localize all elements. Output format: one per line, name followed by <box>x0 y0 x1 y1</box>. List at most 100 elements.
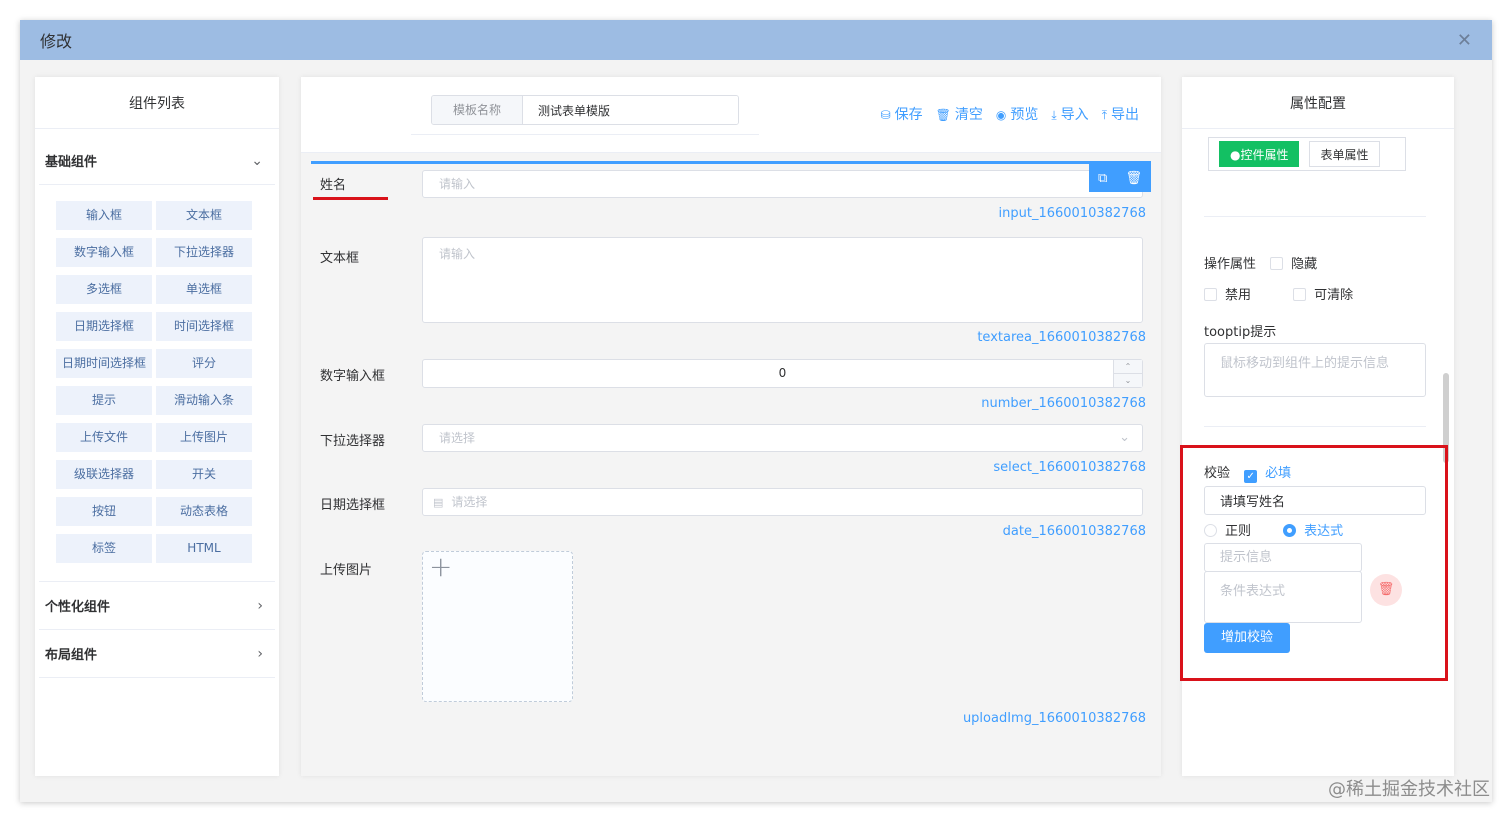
number-stepper: ⌃ ⌄ <box>1113 360 1142 387</box>
number-input[interactable]: 0 ⌃ ⌄ <box>422 359 1143 388</box>
field-label-number: 数字输入框 <box>320 369 386 384</box>
component-cascader[interactable]: 级联选择器 <box>56 460 152 489</box>
component-switch[interactable]: 开关 <box>156 460 252 489</box>
date-field[interactable]: ▤ 请选择 <box>422 488 1143 516</box>
export-label: 导出 <box>1111 107 1139 123</box>
group-layout-header[interactable]: 布局组件 › <box>39 630 275 678</box>
group-custom-header[interactable]: 个性化组件 › <box>39 582 275 630</box>
component-html[interactable]: HTML <box>156 534 252 563</box>
close-icon[interactable]: ✕ <box>1457 30 1472 51</box>
number-value: 0 <box>778 366 787 380</box>
component-list-panel: 组件列表 基础组件 ⌄ 输入框 文本框 数字输入框 下拉选择器 多选框 单选框 … <box>35 77 279 776</box>
properties-title: 属性配置 <box>1182 77 1454 129</box>
select-placeholder: 请选择 <box>439 431 476 445</box>
component-list-title: 组件列表 <box>35 77 279 129</box>
form-row-date[interactable]: 日期选择框 ▤ 请选择 date_1660010382768 <box>311 488 1151 548</box>
group-basic-header[interactable]: 基础组件 ⌄ <box>39 137 275 185</box>
group-basic-label: 基础组件 <box>45 155 98 170</box>
chevron-down-icon: ⌄ <box>1119 430 1130 445</box>
component-dynamic-table[interactable]: 动态表格 <box>156 497 252 526</box>
form-row-textarea[interactable]: 文本框 请输入 textarea_1660010382768 <box>311 237 1151 347</box>
tooltip-label: tooptip提示 <box>1204 325 1277 340</box>
highlight-box <box>1180 445 1448 681</box>
database-icon: ⛁ <box>880 108 891 122</box>
component-select[interactable]: 下拉选择器 <box>156 238 252 267</box>
increase-icon[interactable]: ⌃ <box>1114 360 1142 374</box>
preview-button[interactable]: ◉ 预览 <box>996 104 1038 124</box>
component-button[interactable]: 按钮 <box>56 497 152 526</box>
save-button[interactable]: ⛁ 保存 <box>881 104 923 124</box>
component-input[interactable]: 输入框 <box>56 201 152 230</box>
preview-label: 预览 <box>1010 107 1039 123</box>
component-slider[interactable]: 滑动输入条 <box>156 386 252 415</box>
template-name-group: 模板名称 <box>431 95 739 125</box>
textarea-field[interactable]: 请输入 <box>422 237 1143 323</box>
import-label: 导入 <box>1060 107 1089 123</box>
select-field[interactable]: 请选择 ⌄ <box>422 424 1143 452</box>
plus-icon: + <box>429 550 453 583</box>
divider <box>1204 216 1426 217</box>
image-upload-box[interactable]: + <box>422 550 573 702</box>
tab-form-properties[interactable]: 表单属性 <box>1309 141 1380 167</box>
eye-icon: ◉ <box>995 108 1007 122</box>
watermark: @稀土掘金技术社区 <box>1328 779 1490 800</box>
field-label-textarea: 文本框 <box>320 251 360 266</box>
clearable-label: 可清除 <box>1314 288 1354 303</box>
divider <box>1204 426 1426 427</box>
component-textarea[interactable]: 文本框 <box>156 201 252 230</box>
properties-tabs: ●控件属性 表单属性 <box>1208 137 1406 171</box>
import-button[interactable]: ⤓ 导入 <box>1051 104 1088 124</box>
name-input[interactable]: 请输入 <box>422 170 1143 198</box>
disable-label: 禁用 <box>1225 288 1252 303</box>
checkbox-icon <box>1293 288 1307 301</box>
field-id-upload: uploadImg_1660010382768 <box>962 711 1146 726</box>
form-row-upload[interactable]: 上传图片 + uploadImg_1660010382768 <box>311 550 1151 733</box>
component-tag[interactable]: 标签 <box>56 534 152 563</box>
component-number[interactable]: 数字输入框 <box>56 238 152 267</box>
basic-component-grid: 输入框 文本框 数字输入框 下拉选择器 多选框 单选框 日期选择框 时间选择框 … <box>39 185 275 582</box>
operation-label: 操作属性 <box>1204 257 1257 272</box>
designer-toolbar: 模板名称 ⛁保存 🗑清空 ◉预览 ⤓导入 ⤒ 导出 <box>301 77 1161 153</box>
hide-label: 隐藏 <box>1291 257 1318 272</box>
export-button[interactable]: ⤒ 导出 <box>1102 104 1139 124</box>
component-datetime[interactable]: 日期时间选择框 <box>56 349 152 378</box>
tooltip-textarea[interactable]: 鼠标移动到组件上的提示信息 <box>1204 343 1426 397</box>
form-row-select[interactable]: 下拉选择器 请选择 ⌄ select_1660010382768 <box>311 424 1151 484</box>
checkbox-icon <box>1270 257 1284 270</box>
decrease-icon[interactable]: ⌄ <box>1114 374 1142 387</box>
tooltip-placeholder: 鼠标移动到组件上的提示信息 <box>1220 356 1390 371</box>
save-label: 保存 <box>894 107 923 123</box>
clearable-checkbox[interactable]: 可清除 <box>1293 288 1353 303</box>
component-date[interactable]: 日期选择框 <box>56 312 152 341</box>
form-row-number[interactable]: 数字输入框 0 ⌃ ⌄ number_1660010382768 <box>311 359 1151 419</box>
chevron-right-icon: › <box>257 645 263 662</box>
clear-button[interactable]: 🗑 清空 <box>936 104 983 124</box>
row-tools: ⧉ 🗑 <box>1089 164 1151 192</box>
copy-icon[interactable]: ⧉ <box>1098 171 1107 186</box>
field-label-name: 姓名 <box>320 178 347 193</box>
component-checkbox[interactable]: 多选框 <box>56 275 152 304</box>
form-row-name[interactable]: 姓名 请输入 ⧉ 🗑 input_1660010382768 <box>311 161 1151 223</box>
component-rate[interactable]: 评分 <box>156 349 252 378</box>
textarea-placeholder: 请输入 <box>439 247 476 261</box>
component-upload-file[interactable]: 上传文件 <box>56 423 152 452</box>
checkbox-icon <box>1204 288 1217 301</box>
edit-dialog: 修改 ✕ 组件列表 基础组件 ⌄ 输入框 文本框 数字输入框 下拉选择器 多选框… <box>20 20 1492 802</box>
name-input-placeholder: 请输入 <box>439 177 476 191</box>
component-tip[interactable]: 提示 <box>56 386 152 415</box>
chevron-right-icon: › <box>257 597 263 614</box>
field-id-textarea: textarea_1660010382768 <box>977 330 1146 345</box>
field-label-select: 下拉选择器 <box>320 434 386 449</box>
calendar-icon: ▤ <box>433 496 444 509</box>
template-name-input[interactable] <box>523 96 738 124</box>
delete-icon[interactable]: 🗑 <box>1125 171 1142 186</box>
hide-checkbox[interactable]: 隐藏 <box>1270 257 1317 272</box>
dialog-title: 修改 <box>40 32 73 51</box>
component-upload-image[interactable]: 上传图片 <box>156 423 252 452</box>
disable-checkbox[interactable]: 禁用 <box>1204 288 1251 303</box>
template-name-label: 模板名称 <box>432 96 523 124</box>
component-time[interactable]: 时间选择框 <box>156 312 252 341</box>
tab-control-properties[interactable]: ●控件属性 <box>1219 141 1300 167</box>
form-designer-panel: 模板名称 ⛁保存 🗑清空 ◉预览 ⤓导入 ⤒导出 姓名 请输入 ⧉ 🗑 <box>301 77 1161 776</box>
component-radio[interactable]: 单选框 <box>156 275 252 304</box>
